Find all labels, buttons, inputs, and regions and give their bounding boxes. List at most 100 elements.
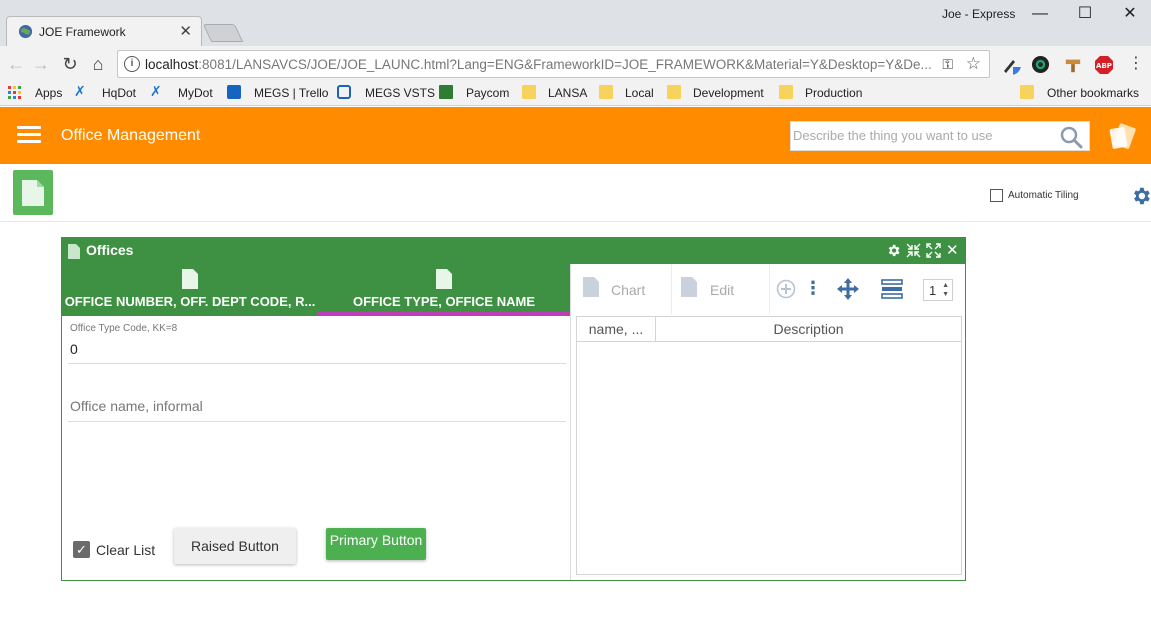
new-tab-button[interactable] xyxy=(202,24,244,42)
document-icon xyxy=(22,180,44,206)
tab-title: JOE Framework xyxy=(39,25,126,39)
gear-icon[interactable] xyxy=(1130,185,1151,207)
office-name-input[interactable]: Office name, informal xyxy=(70,398,203,414)
pen-extension-icon[interactable] xyxy=(1001,55,1021,75)
results-grid: name, ... Description xyxy=(576,316,962,575)
app-header: Office Management xyxy=(0,107,1151,164)
tab-office-type[interactable]: OFFICE TYPE, OFFICE NAME xyxy=(318,264,570,316)
browser-toolbar: ← → ↻ ⌂ i localhost:8081/LANSAVCS/JOE/JO… xyxy=(0,46,1151,82)
document-icon xyxy=(681,277,697,297)
automatic-tiling-label: Automatic Tiling xyxy=(1008,190,1079,201)
search-icon[interactable] xyxy=(1059,125,1083,149)
bookmark-paycom[interactable]: Paycom xyxy=(466,86,509,100)
bookmark-megs-trello[interactable]: MEGS | Trello xyxy=(254,86,328,100)
folder-icon xyxy=(522,85,536,99)
mydot-icon: ✗ xyxy=(150,83,162,99)
document-icon xyxy=(436,269,452,289)
folder-icon xyxy=(1020,85,1034,99)
home-icon[interactable]: ⌂ xyxy=(88,54,108,74)
command-bar: Automatic Tiling xyxy=(0,164,1151,222)
reload-icon[interactable]: ↻ xyxy=(60,54,80,74)
field-underline xyxy=(68,363,566,364)
close-tab-icon[interactable]: ✕ xyxy=(179,22,192,40)
back-arrow-icon[interactable]: ← xyxy=(6,54,26,74)
forward-arrow-icon[interactable]: → xyxy=(31,54,51,74)
document-icon xyxy=(583,277,599,297)
vsts-icon xyxy=(337,85,351,99)
bookmark-hqdot[interactable]: HqDot xyxy=(102,86,136,100)
bookmark-mydot[interactable]: MyDot xyxy=(178,86,213,100)
column-header-description[interactable]: Description xyxy=(656,317,961,342)
office-form: Office Type Code, KK=8 0 Office name, in… xyxy=(62,316,570,580)
folder-icon xyxy=(667,85,681,99)
type-code-label: Office Type Code, KK=8 xyxy=(70,323,178,334)
stepper-up-icon[interactable]: ▲ xyxy=(942,282,949,289)
bookmark-production[interactable]: Production xyxy=(805,86,862,100)
edit-button[interactable]: Edit xyxy=(672,264,770,314)
key-icon[interactable]: ⚿ xyxy=(942,56,953,73)
globe-icon xyxy=(18,24,33,39)
star-icon[interactable]: ☆ xyxy=(966,54,981,74)
close-window-icon[interactable]: ✕ xyxy=(1108,2,1151,26)
tool-extension-icon[interactable] xyxy=(1064,56,1082,74)
minimize-icon[interactable]: — xyxy=(1018,2,1062,26)
collapse-icon[interactable] xyxy=(906,243,921,258)
field-underline xyxy=(68,421,566,422)
stepper-down-icon[interactable]: ▼ xyxy=(942,291,949,298)
app-search-box[interactable] xyxy=(790,121,1090,151)
search-input[interactable] xyxy=(793,128,1053,143)
panel-header: Offices ✕ xyxy=(62,238,965,264)
column-header-name[interactable]: name, ... xyxy=(577,317,656,342)
bookmark-megs-vsts[interactable]: MEGS VSTS xyxy=(365,86,435,100)
svg-text:ABP: ABP xyxy=(1096,62,1112,70)
document-icon xyxy=(68,244,80,259)
bookmark-apps[interactable]: Apps xyxy=(35,86,62,100)
folder-icon xyxy=(779,85,793,99)
type-code-input[interactable]: 0 xyxy=(70,341,78,357)
expand-icon[interactable] xyxy=(926,243,941,258)
move-icon[interactable] xyxy=(837,278,859,300)
app-title: Office Management xyxy=(61,127,201,144)
clear-list-checkbox[interactable]: ✓ xyxy=(73,541,90,558)
page-stepper[interactable]: 1 ▲ ▼ xyxy=(923,279,953,301)
more-options-icon[interactable]: ⋮ xyxy=(804,277,822,299)
tab-label: OFFICE NUMBER, OFF. DEPT CODE, R... xyxy=(64,294,316,309)
browser-menu-icon[interactable]: ⋮ xyxy=(1126,54,1146,74)
gear-icon[interactable] xyxy=(886,243,901,258)
folder-icon xyxy=(599,85,613,99)
maximize-icon[interactable]: ☐ xyxy=(1063,2,1107,26)
panel-title: Offices xyxy=(86,242,134,258)
url-text: localhost:8081/LANSAVCS/JOE/JOE_LAUNC.ht… xyxy=(145,57,932,72)
panel-tabs: OFFICE NUMBER, OFF. DEPT CODE, R... OFFI… xyxy=(62,264,570,316)
apps-grid-icon[interactable] xyxy=(8,86,22,100)
address-bar[interactable]: i localhost:8081/LANSAVCS/JOE/JOE_LAUNC.… xyxy=(117,50,990,78)
color-extension-icon[interactable] xyxy=(1031,55,1050,74)
offices-panel: Offices ✕ OFFICE NUMBER, OFF. DEPT CODE,… xyxy=(61,237,966,581)
edit-label: Edit xyxy=(710,282,735,298)
bookmark-development[interactable]: Development xyxy=(693,86,764,100)
clear-list-label: Clear List xyxy=(96,542,156,558)
trello-icon xyxy=(227,85,241,99)
raised-button[interactable]: Raised Button xyxy=(174,528,296,564)
list-pane: Chart Edit ⋮ 1 ▲ ▼ name, ... Description xyxy=(571,264,965,580)
primary-button[interactable]: Primary Button xyxy=(326,528,426,560)
paycom-icon xyxy=(439,85,453,99)
list-view-icon[interactable] xyxy=(881,278,903,300)
info-icon[interactable]: i xyxy=(124,56,140,72)
bookmark-local[interactable]: Local xyxy=(625,86,654,100)
adblock-icon[interactable]: ABP xyxy=(1094,55,1114,75)
close-icon[interactable]: ✕ xyxy=(946,241,961,259)
page-stepper-value[interactable]: 1 xyxy=(929,283,936,298)
menu-icon[interactable] xyxy=(17,126,41,144)
document-button[interactable] xyxy=(13,170,53,215)
list-toolbar: Chart Edit ⋮ 1 ▲ ▼ xyxy=(571,264,965,314)
tab-office-number[interactable]: OFFICE NUMBER, OFF. DEPT CODE, R... xyxy=(62,264,318,316)
chart-label: Chart xyxy=(611,282,646,298)
chart-button[interactable]: Chart xyxy=(571,264,672,314)
tab-label: OFFICE TYPE, OFFICE NAME xyxy=(352,294,535,309)
bookmark-lansa[interactable]: LANSA xyxy=(548,86,587,100)
add-icon[interactable] xyxy=(776,279,796,299)
browser-tab[interactable]: JOE Framework ✕ xyxy=(6,16,202,46)
bookmark-other[interactable]: Other bookmarks xyxy=(1047,86,1139,100)
automatic-tiling-checkbox[interactable] xyxy=(990,189,1003,202)
